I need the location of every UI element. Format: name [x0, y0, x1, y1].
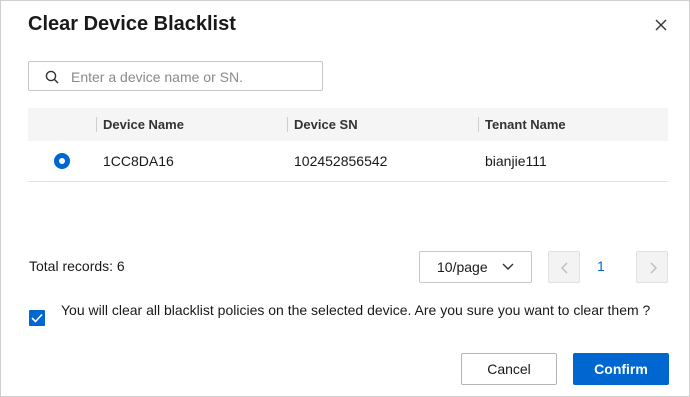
confirm-checkbox[interactable]: [29, 310, 45, 326]
clear-blacklist-dialog: Clear Device Blacklist Device Name Devic…: [0, 0, 690, 397]
close-icon[interactable]: [651, 15, 671, 35]
column-device-sn[interactable]: Device SN: [287, 108, 477, 141]
chevron-left-icon: [561, 262, 568, 274]
cell-device-sn: 102452856542: [294, 153, 388, 169]
search-box: [28, 61, 323, 91]
cell-tenant-name: bianjie111: [485, 153, 547, 169]
row-select-radio[interactable]: [54, 153, 70, 169]
cell-device-name: 1CC8DA16: [103, 153, 174, 169]
chevron-right-icon: [650, 262, 657, 274]
search-icon: [45, 70, 59, 84]
checkmark-icon: [31, 313, 43, 323]
prev-page-button[interactable]: [548, 251, 580, 283]
page-size-value: 10/page: [437, 259, 488, 275]
page-size-select[interactable]: 10/page: [419, 251, 532, 283]
table-header: Device Name Device SN Tenant Name: [28, 108, 668, 141]
column-device-name[interactable]: Device Name: [96, 108, 286, 141]
cancel-button[interactable]: Cancel: [461, 353, 557, 385]
table-row[interactable]: 1CC8DA16 102452856542 bianjie111: [28, 141, 668, 182]
total-records: Total records: 6: [29, 258, 125, 274]
confirm-button[interactable]: Confirm: [573, 353, 669, 385]
column-tenant-name[interactable]: Tenant Name: [478, 108, 668, 141]
chevron-down-icon: [502, 263, 514, 270]
dialog-title: Clear Device Blacklist: [28, 13, 236, 35]
page-number[interactable]: 1: [597, 258, 605, 274]
search-input[interactable]: [69, 66, 313, 88]
confirmation-text: You will clear all blacklist policies on…: [61, 302, 651, 318]
next-page-button[interactable]: [636, 251, 668, 283]
